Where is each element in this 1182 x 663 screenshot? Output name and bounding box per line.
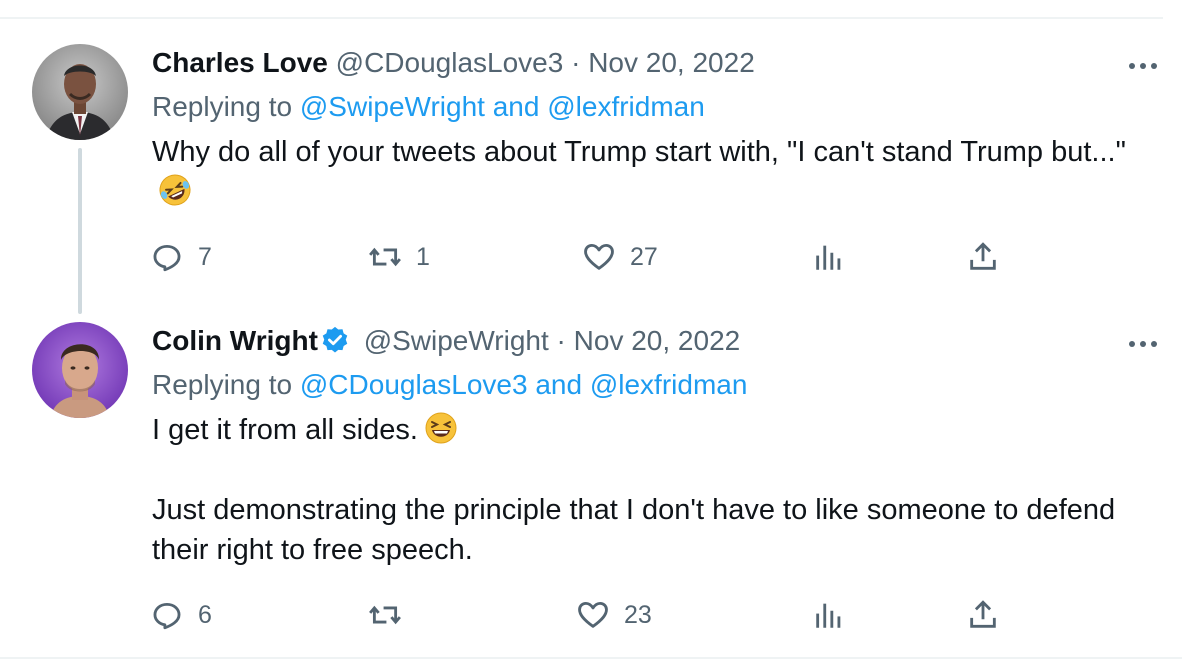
retweet-icon <box>369 605 401 625</box>
share-icon <box>970 242 996 270</box>
share-button[interactable] <box>966 237 1000 277</box>
views-button[interactable] <box>812 237 846 277</box>
tweet-text-line: I get it from all sides. <box>152 410 1132 450</box>
retweet-count: 1 <box>416 242 430 271</box>
more-icon[interactable] <box>1126 334 1160 354</box>
reply-icon <box>153 602 181 630</box>
user-handle[interactable]: @CDouglasLove3 <box>336 47 564 78</box>
tweet-actions: 7 1 27 <box>150 237 1050 277</box>
reply-count: 6 <box>198 600 212 629</box>
rolling-on-floor-laughing-emoji <box>159 174 191 206</box>
like-icon <box>584 243 614 270</box>
tweet[interactable]: Colin Wright @SwipeWright · Nov 20, 2022… <box>0 280 1182 657</box>
tweet-header: Colin Wright @SwipeWright · Nov 20, 2022 <box>152 323 740 359</box>
like-button[interactable]: 23 <box>576 595 652 635</box>
mention-link[interactable]: @CDouglasLove3 <box>300 369 528 400</box>
user-handle[interactable]: @SwipeWright <box>364 325 549 356</box>
tweet-text-content: Why do all of your tweets about Trump st… <box>152 136 1126 168</box>
replying-prefix: Replying to <box>152 91 293 122</box>
tweet[interactable]: Charles Love @CDouglasLove3 · Nov 20, 20… <box>0 0 1182 290</box>
avatar[interactable] <box>32 322 128 418</box>
replying-to-line: Replying to @CDouglasLove3 and @lexfridm… <box>152 367 747 403</box>
reply-count: 7 <box>198 242 212 271</box>
reply-button[interactable]: 6 <box>150 595 212 635</box>
tweet-actions: 6 23 <box>150 595 1050 635</box>
tweet-text-content: I get it from all sides. <box>152 414 418 446</box>
mention-link[interactable]: @lexfridman <box>547 91 705 122</box>
reply-icon <box>153 244 181 272</box>
like-icon <box>578 601 608 628</box>
like-button[interactable]: 27 <box>582 237 658 277</box>
mention-link[interactable]: @lexfridman <box>590 369 748 400</box>
tweet-text: Why do all of your tweets about Trump st… <box>152 132 1132 212</box>
share-icon <box>970 600 996 628</box>
views-icon <box>816 603 841 628</box>
tweet-header: Charles Love @CDouglasLove3 · Nov 20, 20… <box>152 45 755 81</box>
share-button[interactable] <box>966 595 1000 635</box>
tweet-date[interactable]: Nov 20, 2022 <box>574 325 741 356</box>
replying-prefix: Replying to <box>152 369 293 400</box>
avatar[interactable] <box>32 44 128 140</box>
reply-button[interactable]: 7 <box>150 237 212 277</box>
views-button[interactable] <box>812 595 846 635</box>
tweet-text: I get it from all sides. Just demonstrat… <box>152 410 1132 570</box>
replying-to-line: Replying to @SwipeWright and @lexfridman <box>152 89 705 125</box>
tweet-text-paragraph: Just demonstrating the principle that I … <box>152 494 1116 566</box>
mention-joiner: and <box>535 369 583 400</box>
separator-dot: · <box>556 325 566 356</box>
more-icon[interactable] <box>1126 56 1160 76</box>
mention-link[interactable]: @SwipeWright <box>300 91 485 122</box>
retweet-icon <box>369 247 401 267</box>
grinning-squinting-face-emoji <box>425 412 457 444</box>
bottom-divider <box>0 657 1182 659</box>
verified-badge-icon <box>322 326 348 353</box>
retweet-button[interactable]: 1 <box>368 237 430 277</box>
mention-joiner: and <box>492 91 540 122</box>
like-count: 27 <box>630 242 658 271</box>
separator-dot: · <box>571 47 581 78</box>
retweet-button[interactable] <box>368 595 416 635</box>
display-name[interactable]: Charles Love <box>152 47 328 78</box>
display-name[interactable]: Colin Wright <box>152 325 318 356</box>
like-count: 23 <box>624 600 652 629</box>
tweet-date[interactable]: Nov 20, 2022 <box>588 47 755 78</box>
views-icon <box>816 245 841 270</box>
